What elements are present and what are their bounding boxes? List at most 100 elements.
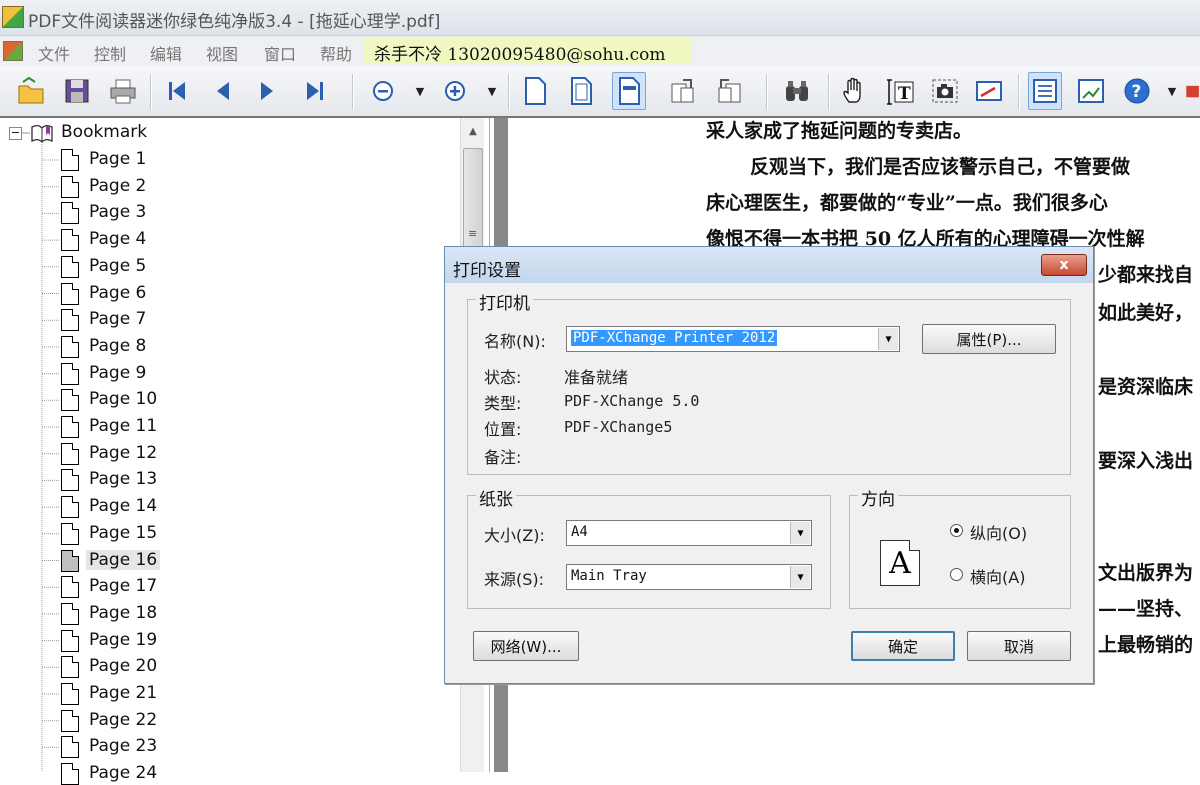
help-dropdown[interactable]: ▼ — [1164, 80, 1180, 102]
bookmark-page-item[interactable]: Page 10 — [86, 389, 160, 409]
document-menu-icon[interactable] — [3, 41, 23, 61]
properties-button[interactable]: 属性(P)... — [922, 324, 1056, 354]
dialog-title: 打印设置 — [453, 261, 521, 281]
bookmark-page-item[interactable]: Page 24 — [86, 763, 160, 783]
document-text-line: 文出版界为 — [1098, 562, 1194, 584]
fit-page-icon[interactable] — [564, 72, 598, 110]
rotate-ccw-icon[interactable] — [712, 72, 746, 110]
dialog-titlebar[interactable]: 打印设置 x — [445, 247, 1093, 283]
prev-page-icon[interactable] — [206, 72, 240, 110]
paper-group: 纸张 大小(Z): A4 ▼ 来源(S): Main Tray ▼ — [467, 485, 831, 609]
print-icon[interactable] — [106, 72, 140, 110]
document-text-line: 采人家成了拖延问题的专卖店。 — [706, 120, 973, 142]
rotate-cw-icon[interactable] — [666, 72, 700, 110]
bookmark-page-item[interactable]: Page 16 — [86, 549, 161, 570]
fit-width-icon[interactable] — [612, 72, 646, 110]
hand-tool-icon[interactable] — [838, 72, 872, 110]
page-icon — [61, 202, 79, 225]
text-select-icon[interactable]: T — [884, 72, 918, 110]
bookmark-page-item[interactable]: Page 22 — [86, 710, 160, 730]
chevron-down-icon[interactable]: ▼ — [790, 566, 810, 588]
menu-view[interactable]: 视图 — [206, 41, 238, 65]
bookmark-page-item[interactable]: Page 11 — [86, 416, 160, 436]
close-icon[interactable]: x — [1041, 254, 1087, 276]
toolbar-separator — [828, 74, 830, 110]
bookmark-page-item[interactable]: Page 19 — [86, 630, 160, 650]
bookmark-page-item[interactable]: Page 12 — [86, 443, 160, 463]
bookmark-page-item[interactable]: Page 17 — [86, 576, 160, 596]
first-page-icon[interactable] — [160, 72, 194, 110]
menu-edit[interactable]: 编辑 — [150, 41, 182, 65]
paper-size-select[interactable]: A4 ▼ — [566, 520, 812, 546]
printer-name-select[interactable]: PDF-XChange Printer 2012 ▼ — [566, 326, 900, 352]
tree-collapse-toggle[interactable]: − — [9, 127, 22, 140]
app-icon — [2, 6, 24, 28]
bookmark-page-item[interactable]: Page 6 — [86, 283, 149, 303]
bookmark-page-item[interactable]: Page 3 — [86, 202, 149, 222]
bookmark-page-item[interactable]: Page 8 — [86, 336, 149, 356]
document-text-line: 反观当下，我们是否应该警示自己，不管要做 — [750, 156, 1131, 178]
status-label: 状态: — [484, 368, 522, 387]
bookmark-page-item[interactable]: Page 4 — [86, 229, 149, 249]
printer-group: 打印机 名称(N): PDF-XChange Printer 2012 ▼ 属性… — [467, 289, 1071, 475]
chevron-down-icon[interactable]: ▼ — [790, 522, 810, 544]
find-icon[interactable] — [780, 72, 814, 110]
zoom-out-dropdown[interactable]: ▼ — [412, 80, 428, 102]
bookmark-page-item[interactable]: Page 14 — [86, 496, 160, 516]
bookmark-page-item[interactable]: Page 15 — [86, 523, 160, 543]
paper-source-label: 来源(S): — [484, 570, 545, 589]
bookmark-page-item[interactable]: Page 13 — [86, 469, 160, 489]
paper-source-select[interactable]: Main Tray ▼ — [566, 564, 812, 590]
cancel-button[interactable]: 取消 — [967, 631, 1071, 661]
bookmarks-panel-icon[interactable] — [1028, 72, 1062, 110]
network-button[interactable]: 网络(W)... — [473, 631, 579, 661]
snapshot-icon[interactable] — [928, 72, 962, 110]
scroll-up-arrow-icon[interactable]: ▲ — [461, 120, 485, 142]
toolbar: ▼ ▼ T ? ▼ — [0, 66, 1200, 118]
page-icon — [61, 469, 79, 492]
bookmark-page-item[interactable]: Page 5 — [86, 256, 149, 276]
overflow-icon[interactable] — [1184, 72, 1200, 110]
help-icon[interactable]: ? — [1120, 72, 1154, 110]
printer-group-title: 打印机 — [476, 289, 533, 314]
annotate-icon[interactable] — [972, 72, 1006, 110]
chevron-down-icon[interactable]: ▼ — [878, 328, 898, 350]
actual-size-icon[interactable] — [518, 72, 552, 110]
landscape-radio[interactable] — [950, 568, 963, 581]
menu-window[interactable]: 窗口 — [264, 41, 296, 65]
ok-button[interactable]: 确定 — [851, 631, 955, 661]
page-icon — [61, 709, 79, 732]
bookmark-page-item[interactable]: Page 23 — [86, 736, 160, 756]
thumbnails-panel-icon[interactable] — [1074, 72, 1108, 110]
last-page-icon[interactable] — [298, 72, 332, 110]
bookmark-page-item[interactable]: Page 21 — [86, 683, 160, 703]
save-icon[interactable] — [60, 72, 94, 110]
bookmark-root-label[interactable]: Bookmark — [58, 122, 150, 142]
zoom-in-dropdown[interactable]: ▼ — [484, 80, 500, 102]
page-icon — [61, 576, 79, 599]
printer-name-label: 名称(N): — [484, 332, 546, 351]
bookmark-page-item[interactable]: Page 9 — [86, 363, 149, 383]
bookmark-page-item[interactable]: Page 18 — [86, 603, 160, 623]
printer-name-value: PDF-XChange Printer 2012 — [571, 330, 778, 346]
bookmark-page-item[interactable]: Page 2 — [86, 176, 149, 196]
bookmark-page-item[interactable]: Page 1 — [86, 149, 149, 169]
document-text-line: 床心理医生，都要做的“专业”一点。我们很多心 — [706, 192, 1108, 214]
document-text-line: ——坚持、 — [1098, 598, 1194, 620]
bookmark-page-item[interactable]: Page 20 — [86, 656, 160, 676]
landscape-label[interactable]: 横向(A) — [970, 564, 1025, 588]
menu-help[interactable]: 帮助 — [320, 41, 352, 65]
document-text-line: 要深入浅出 — [1098, 450, 1194, 472]
menu-control[interactable]: 控制 — [94, 41, 126, 65]
menu-file[interactable]: 文件 — [38, 41, 70, 65]
zoom-out-icon[interactable] — [366, 72, 400, 110]
document-text-line: 是资深临床 — [1098, 376, 1194, 398]
portrait-radio[interactable] — [950, 524, 963, 537]
bookmark-page-item[interactable]: Page 7 — [86, 309, 149, 329]
toolbar-separator — [1018, 74, 1020, 110]
paper-size-label: 大小(Z): — [484, 526, 545, 545]
open-icon[interactable] — [14, 72, 48, 110]
portrait-label[interactable]: 纵向(O) — [970, 520, 1027, 544]
zoom-in-icon[interactable] — [438, 72, 472, 110]
next-page-icon[interactable] — [250, 72, 284, 110]
